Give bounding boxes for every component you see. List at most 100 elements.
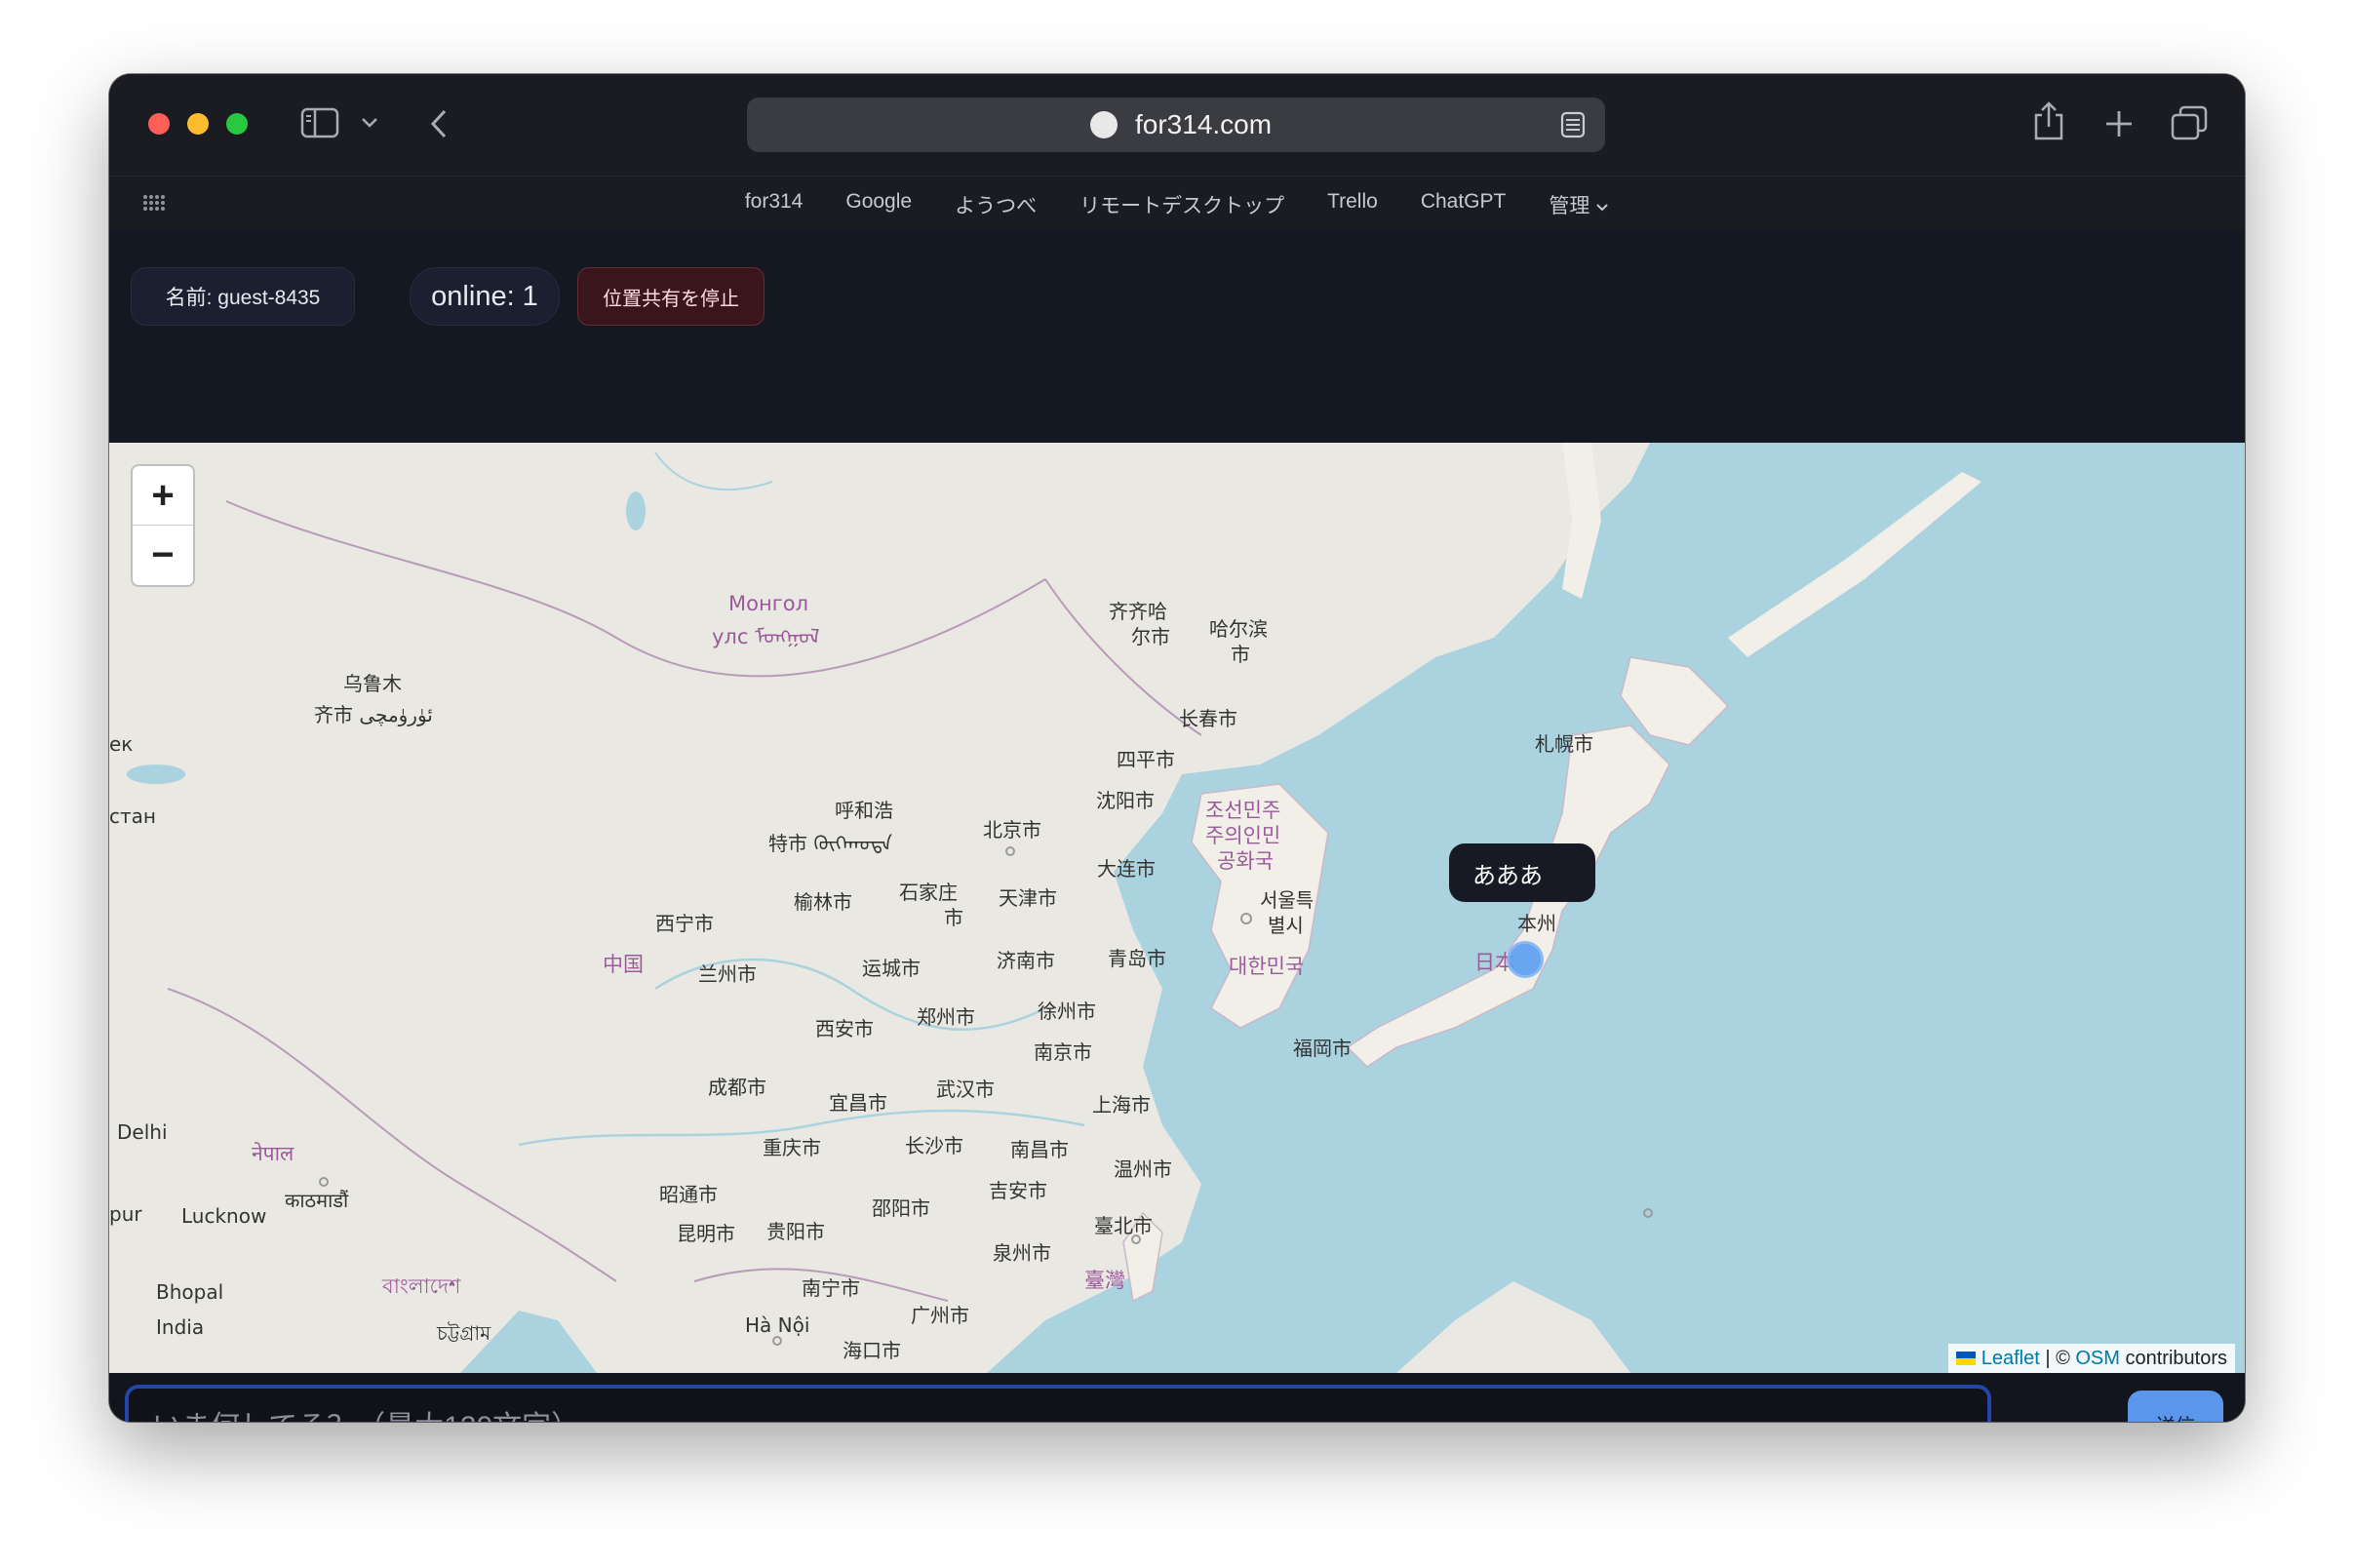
map-label: ек <box>109 732 133 756</box>
ukraine-flag-icon <box>1955 1352 1976 1365</box>
map-label: বাংলাদেশ <box>381 1274 461 1298</box>
map-label: Delhi <box>117 1120 168 1144</box>
reader-icon[interactable] <box>1560 111 1586 138</box>
favorites-bar: for314 Google ようつべ リモートデスクトップ Trello Cha… <box>109 176 2245 231</box>
online-count-badge: online: 1 <box>410 267 560 326</box>
map-view[interactable]: Монгол улс ᠮᠣᠩᠭᠣᠯ 乌鲁木 齐市 ئۈرۈمچى 齐齐哈 尔市 … <box>109 443 2245 1373</box>
user-location-marker[interactable] <box>1507 941 1544 978</box>
map-label: 徐州市 <box>1038 1000 1096 1023</box>
map-label: 주의인민 <box>1205 824 1280 847</box>
map-label: 공화국 <box>1217 849 1274 873</box>
map-label: 长沙市 <box>905 1134 963 1157</box>
address-bar[interactable]: for314.com <box>747 98 1605 152</box>
map-label: pur <box>109 1202 142 1226</box>
map-label: 尔市 <box>1131 625 1170 648</box>
map-label: 泉州市 <box>993 1241 1051 1265</box>
map-label: 特市 ᠬᠦᠬᠡᠬᠣᠲᠠ <box>768 832 892 855</box>
map-label: 市 <box>944 906 963 929</box>
map-label: 吉安市 <box>989 1179 1047 1202</box>
favorite-remote-desktop[interactable]: リモートデスクトップ <box>1079 190 1284 219</box>
favorite-youtube[interactable]: ようつべ <box>955 190 1037 219</box>
map-label: 呼和浩 <box>835 799 893 822</box>
zoom-in-button[interactable]: + <box>133 466 193 526</box>
new-tab-icon[interactable] <box>2104 109 2134 138</box>
map-label: 天津市 <box>999 886 1057 910</box>
name-badge[interactable]: 名前: guest-8435 <box>131 267 355 326</box>
favorite-for314[interactable]: for314 <box>745 190 804 219</box>
map-label: 武汉市 <box>936 1078 995 1101</box>
site-favicon-icon <box>1090 111 1118 138</box>
title-bar: for314.com <box>109 74 2245 176</box>
map-label: 兰州市 <box>698 962 757 986</box>
map-label: 邵阳市 <box>872 1196 930 1220</box>
map-attribution: Leaflet | © OSM contributors <box>1947 1344 2235 1373</box>
share-icon[interactable] <box>2032 101 2065 140</box>
map-label: 贵阳市 <box>766 1220 825 1243</box>
map-tiles: Монгол улс ᠮᠣᠩᠭᠣᠯ 乌鲁木 齐市 ئۈرۈمچى 齐齐哈 尔市 … <box>109 443 2245 1373</box>
map-label: 哈尔滨 <box>1209 617 1268 641</box>
map-label: 서울특 <box>1260 888 1314 912</box>
map-label: 北京市 <box>983 818 1041 842</box>
favorite-google[interactable]: Google <box>845 190 912 219</box>
map-label: 臺北市 <box>1094 1214 1153 1237</box>
user-popup[interactable]: あああ <box>1449 843 1595 902</box>
zoom-control: + − <box>131 464 195 587</box>
map-label: 昭通市 <box>659 1183 718 1206</box>
map-label: 运城市 <box>862 957 921 980</box>
status-input-placeholder: いま何してる？（最大120文字） <box>152 1402 580 1422</box>
map-label: 重庆市 <box>763 1136 821 1159</box>
attribution-contributors: contributors <box>2119 1347 2227 1369</box>
map-label: 长春市 <box>1179 707 1237 730</box>
map-label: 成都市 <box>708 1076 766 1099</box>
map-label: 南京市 <box>1034 1040 1092 1064</box>
minimize-window-button[interactable] <box>187 113 209 135</box>
chevron-down-icon <box>1596 204 1608 212</box>
tab-overview-icon[interactable] <box>2171 105 2208 140</box>
sidebar-icon[interactable] <box>300 107 339 138</box>
map-label: 齐齐哈 <box>1109 600 1167 623</box>
stop-sharing-button[interactable]: 位置共有を停止 <box>577 267 765 326</box>
zoom-out-button[interactable]: − <box>133 526 193 584</box>
map-label: 별시 <box>1268 914 1304 937</box>
attribution-separator: | © <box>2039 1347 2076 1369</box>
map-label: 乌鲁木 <box>343 672 402 695</box>
leaflet-link[interactable]: Leaflet <box>1981 1348 2040 1370</box>
favorite-trello[interactable]: Trello <box>1327 190 1378 219</box>
map-label: 齐市 ئۈرۈمچى <box>314 703 433 726</box>
map-label: 札幌市 <box>1535 732 1593 756</box>
map-label: 南昌市 <box>1010 1138 1069 1161</box>
map-label: 海口市 <box>843 1339 901 1362</box>
map-label: 四平市 <box>1117 748 1175 771</box>
map-label: 上海市 <box>1092 1093 1151 1117</box>
zoom-window-button[interactable] <box>226 113 248 135</box>
map-label: улс ᠮᠣᠩᠭᠣᠯ <box>712 625 820 648</box>
map-label: 温州市 <box>1114 1157 1172 1181</box>
map-label: চট্টগ্রাম <box>436 1321 491 1345</box>
chevron-down-icon[interactable] <box>361 117 378 129</box>
osm-link[interactable]: OSM <box>2075 1348 2120 1370</box>
browser-window: for314.com for314 Google ようつべ リモートデスクトップ… <box>109 74 2245 1422</box>
map-label: 西宁市 <box>655 912 714 935</box>
map-label: 中国 <box>603 953 644 976</box>
map-label: 青岛市 <box>1108 947 1166 970</box>
back-icon[interactable] <box>429 109 449 138</box>
map-label: 济南市 <box>997 949 1055 972</box>
status-input[interactable]: いま何してる？（最大120文字） <box>125 1385 1991 1422</box>
map-label: 本州 <box>1517 912 1556 935</box>
map-label: 대한민국 <box>1229 955 1304 978</box>
close-window-button[interactable] <box>148 113 170 135</box>
favorite-chatgpt[interactable]: ChatGPT <box>1421 190 1507 219</box>
map-label: Bhopal <box>156 1280 223 1304</box>
favorite-admin-label: 管理 <box>1549 195 1590 217</box>
map-label: India <box>156 1315 204 1339</box>
map-label: стан <box>109 804 156 828</box>
map-label: 福岡市 <box>1293 1037 1352 1060</box>
map-label: Hà Nội <box>745 1313 809 1337</box>
map-label: 南宁市 <box>802 1276 860 1300</box>
map-label: 郑州市 <box>917 1005 975 1029</box>
map-label: 市 <box>1231 643 1250 666</box>
favorite-admin-folder[interactable]: 管理 <box>1549 190 1609 219</box>
map-label: Lucknow <box>181 1204 266 1228</box>
map-label: काठमाडौं <box>285 1189 349 1212</box>
send-button[interactable]: 送信 <box>2128 1391 2223 1422</box>
